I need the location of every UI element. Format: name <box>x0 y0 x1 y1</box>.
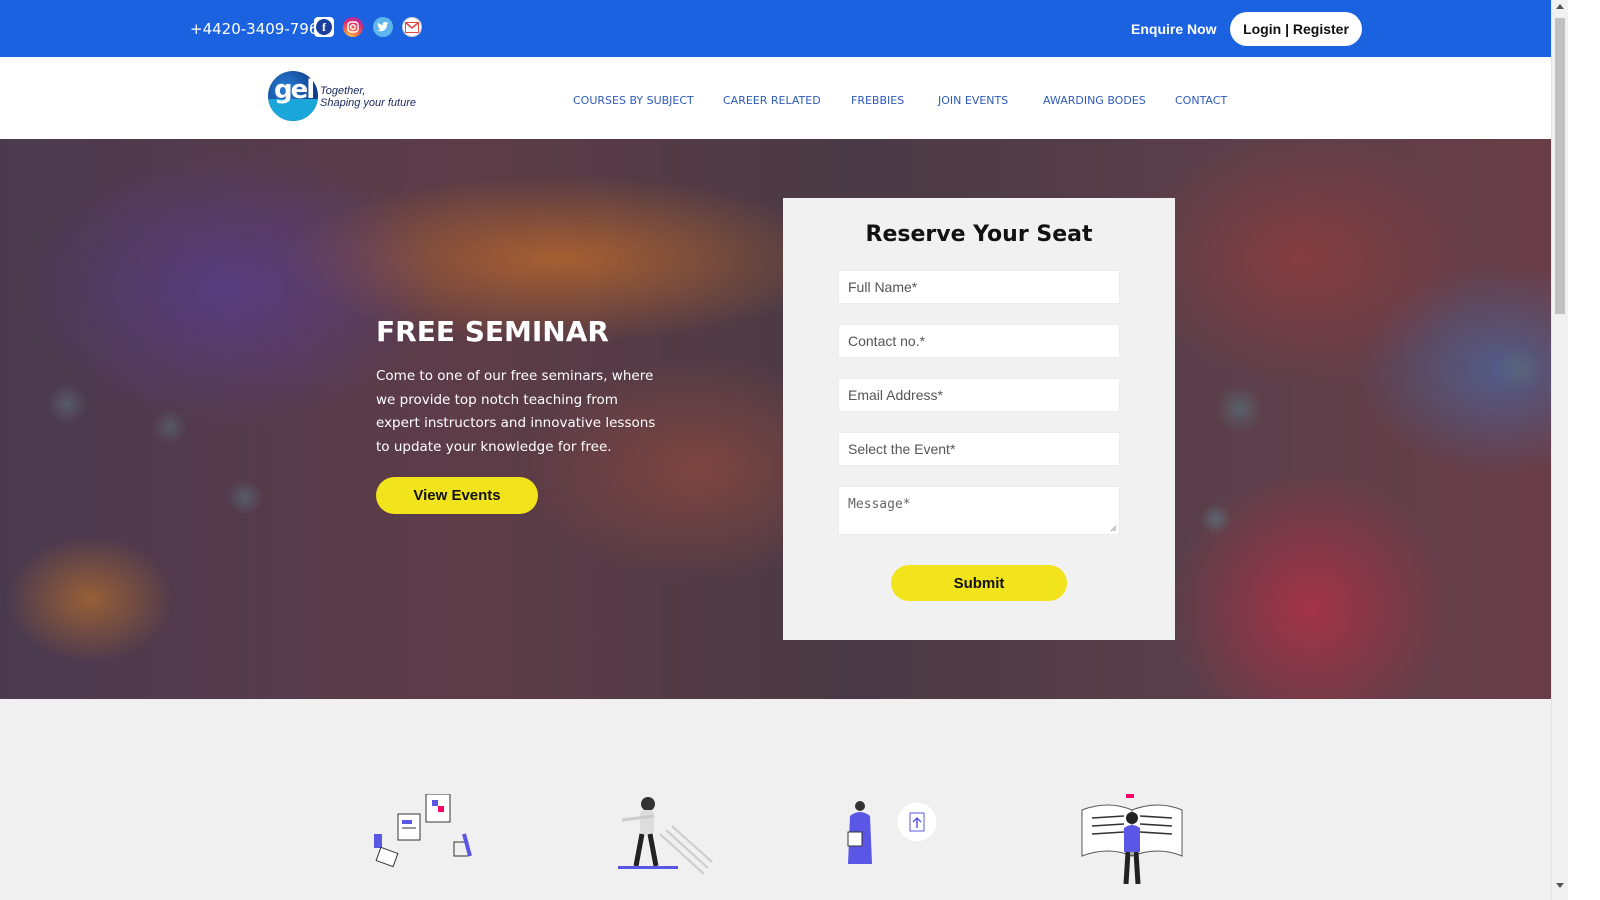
nav-frebbies[interactable]: FREBBIES <box>851 94 904 107</box>
facebook-icon[interactable]: f <box>314 17 334 37</box>
form-title: Reserve Your Seat <box>865 222 1093 247</box>
logo-tagline: Together, Shaping your future <box>320 85 416 109</box>
gmail-icon[interactable] <box>402 17 422 37</box>
email-input[interactable]: Email Address* <box>838 378 1120 412</box>
scrollbar-thumb[interactable] <box>1555 18 1565 314</box>
event-select[interactable]: Select the Event* <box>838 432 1120 466</box>
hero-title: FREE SEMINAR <box>376 315 609 348</box>
message-textarea[interactable]: Message* <box>838 486 1120 535</box>
nav-courses-by-subject[interactable]: COURSES BY SUBJECT <box>573 94 694 107</box>
scroll-up-arrow-icon[interactable] <box>1556 4 1564 9</box>
documents-illustration-icon <box>374 794 472 868</box>
window-edge <box>1568 0 1600 900</box>
tagline-line-1: Together, <box>320 85 366 97</box>
phone-number[interactable]: +4420-3409-7966 <box>190 20 328 38</box>
reserve-seat-form: Reserve Your Seat Full Name* Contact no.… <box>783 198 1175 640</box>
vertical-scrollbar[interactable] <box>1551 0 1568 900</box>
nav-contact[interactable]: CONTACT <box>1175 94 1227 107</box>
person-reading-illustration-icon <box>618 797 713 875</box>
scroll-down-arrow-icon[interactable] <box>1556 883 1564 888</box>
nav-join-events[interactable]: JOIN EVENTS <box>938 94 1008 107</box>
message-placeholder: Message* <box>848 497 911 512</box>
twitter-icon[interactable] <box>373 17 393 37</box>
top-bar: +4420-3409-7966 f Enquire Now Login | Re… <box>0 0 1551 57</box>
contact-number-input[interactable]: Contact no.* <box>838 324 1120 358</box>
upload-illustration-icon <box>847 801 938 864</box>
instagram-icon[interactable] <box>343 17 363 37</box>
hero-description: Come to one of our free seminars, where … <box>376 368 656 455</box>
login-register-button[interactable]: Login | Register <box>1230 12 1362 46</box>
view-events-button[interactable]: View Events <box>376 477 538 514</box>
resize-handle-icon[interactable] <box>1110 525 1117 532</box>
main-navbar: gel Together, Shaping your future COURSE… <box>0 57 1551 139</box>
submit-button[interactable]: Submit <box>891 565 1067 601</box>
hero-section: FREE SEMINAR Come to one of our free sem… <box>0 139 1551 699</box>
nav-awarding-bodes[interactable]: AWARDING BODES <box>1043 94 1146 107</box>
site-logo[interactable]: gel Together, Shaping your future <box>268 71 428 121</box>
features-section <box>0 699 1551 900</box>
tagline-line-2: Shaping your future <box>320 97 417 109</box>
logo-text: gel <box>274 75 315 105</box>
full-name-input[interactable]: Full Name* <box>838 270 1120 304</box>
nav-career-related[interactable]: CAREER RELATED <box>723 94 821 107</box>
enquire-now-link[interactable]: Enquire Now <box>1131 21 1217 37</box>
open-book-illustration-icon <box>1081 794 1183 885</box>
